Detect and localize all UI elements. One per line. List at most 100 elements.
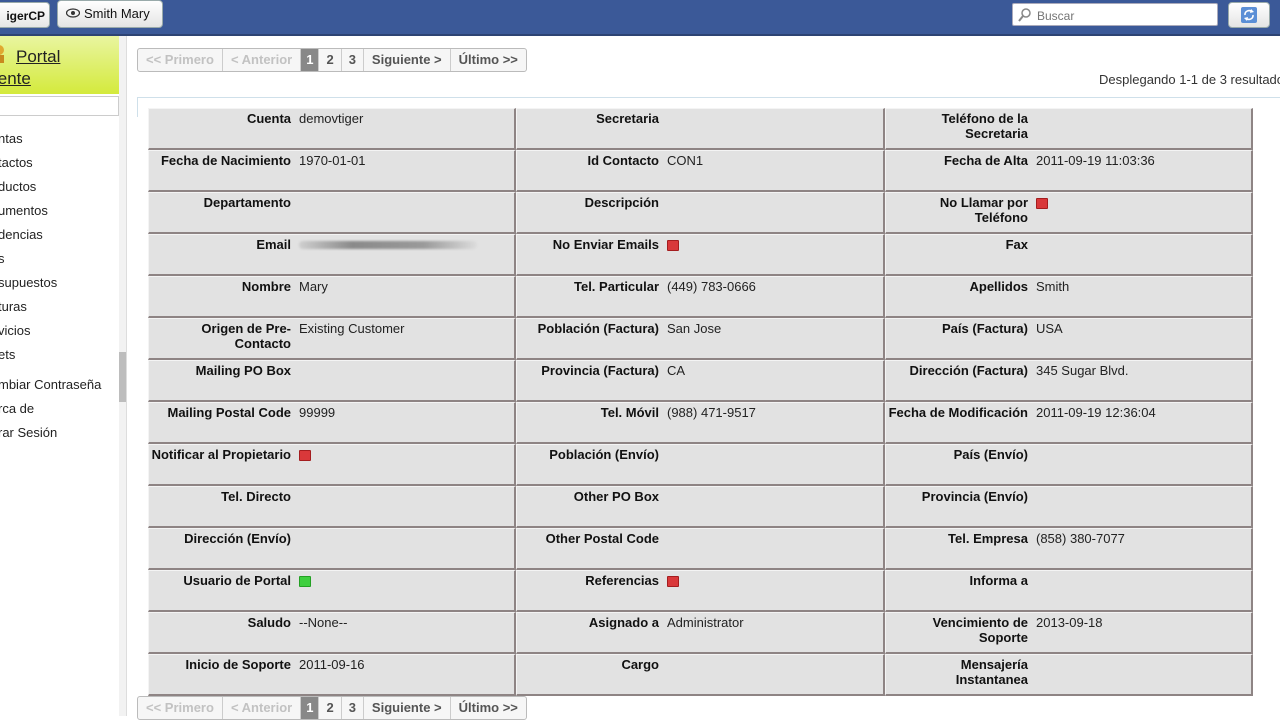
detail-field: País (Factura) USA — [885, 318, 1253, 360]
field-label: Referencias — [585, 573, 659, 588]
field-label: Inicio de Soporte — [185, 657, 291, 672]
sidebar-item[interactable]: ntas — [0, 130, 119, 148]
field-label: Cargo — [621, 657, 659, 672]
detail-field: Mailing Postal Code 99999 — [148, 402, 516, 444]
sidebar-item[interactable]: umentos — [0, 202, 119, 220]
field-label: Dirección (Factura) — [909, 363, 1028, 378]
refresh-button[interactable] — [1228, 2, 1270, 28]
field-label: Apellidos — [969, 279, 1028, 294]
sidebar-item[interactable]: dencias — [0, 226, 119, 244]
sidebar-item[interactable]: vicios — [0, 322, 119, 340]
field-label: Asignado a — [588, 615, 659, 630]
detail-field: Descripción — [516, 192, 885, 234]
prev-page-button[interactable]: < Anterior — [223, 49, 302, 71]
field-label: Descripción — [584, 195, 659, 210]
detail-field: Mensajería Instantanea — [885, 654, 1253, 696]
detail-field: Origen de Pre-Contacto Existing Customer — [148, 318, 516, 360]
portal-title-line2: iente — [0, 69, 31, 88]
detail-field: País (Envío) — [885, 444, 1253, 486]
field-value: Mary — [299, 279, 328, 294]
detail-field: Cargo — [516, 654, 885, 696]
field-value: 345 Sugar Blvd. — [1036, 363, 1129, 378]
detail-field: Other Postal Code — [516, 528, 885, 570]
field-value: CA — [667, 363, 686, 378]
field-flag — [667, 237, 679, 254]
checkbox-no-icon — [667, 240, 679, 251]
portal-title-link[interactable]: Portal iente — [0, 46, 122, 90]
detail-field: Fax — [885, 234, 1253, 276]
field-label: Usuario de Portal — [183, 573, 291, 588]
field-value: 2011-09-16 — [299, 657, 365, 672]
field-label: No Enviar Emails — [552, 237, 659, 252]
detail-field: Fecha de Nacimiento 1970-01-01 — [148, 150, 516, 192]
field-label: Tel. Directo — [221, 489, 291, 504]
refresh-icon — [1241, 7, 1257, 23]
page-2-button[interactable]: 2 — [319, 49, 342, 71]
detail-field: Email — [148, 234, 516, 276]
detail-field: Apellidos Smith — [885, 276, 1253, 318]
field-label: Id Contacto — [587, 153, 660, 168]
sidebar-item-logout[interactable]: rar Sesión — [0, 424, 119, 442]
field-value: 2011-09-19 11:03:36 — [1036, 153, 1155, 168]
page-3-button[interactable]: 3 — [342, 49, 364, 71]
first-page-button[interactable]: << Primero — [138, 49, 223, 71]
redacted-email — [299, 241, 477, 249]
detail-field: Tel. Empresa (858) 380-7077 — [885, 528, 1253, 570]
field-label: Nombre — [241, 279, 291, 294]
sidebar-item[interactable]: turas — [0, 298, 119, 316]
result-count: Desplegando 1-1 de 3 resultado — [1099, 72, 1280, 87]
pagination-top: << Primero < Anterior 1 2 3 Siguiente > … — [137, 48, 527, 72]
field-value: San Jose — [667, 321, 722, 336]
sidebar-scrollbar[interactable] — [119, 36, 127, 716]
sidebar-item-change-password[interactable]: mbiar Contraseña — [0, 376, 119, 394]
field-label: Other PO Box — [573, 489, 659, 504]
detail-field: No Llamar por Teléfono — [885, 192, 1253, 234]
field-value: Smith — [1036, 279, 1070, 294]
detail-field: Tel. Directo — [148, 486, 516, 528]
eye-icon — [65, 1, 82, 27]
top-bar: igerCP Smith Mary — [0, 0, 1280, 36]
portal-title-line1: Portal — [16, 47, 61, 66]
scrollbar-thumb[interactable] — [119, 352, 126, 402]
field-label: Fax — [1005, 237, 1028, 252]
field-label: Departamento — [203, 195, 291, 210]
last-page-button[interactable]: Último >> — [451, 49, 526, 71]
field-value: demovtiger — [299, 111, 364, 126]
field-value: (988) 471-9517 — [667, 405, 756, 420]
search-box[interactable] — [1012, 3, 1218, 26]
next-page-button[interactable]: Siguiente > — [364, 49, 451, 71]
field-label: Informa a — [969, 573, 1028, 588]
field-label: Mensajería Instantanea — [955, 657, 1028, 687]
field-value: Existing Customer — [299, 321, 405, 336]
detail-field: Cuenta demovtiger — [148, 108, 516, 150]
checkbox-no-icon — [299, 450, 311, 461]
sidebar-item[interactable]: ductos — [0, 178, 119, 196]
field-value: --None-- — [299, 615, 348, 630]
detail-field: Población (Factura) San Jose — [516, 318, 885, 360]
field-value: Administrator — [667, 615, 744, 630]
field-label: Notificar al Propietario — [151, 447, 291, 462]
app-logo-button[interactable]: igerCP — [0, 2, 50, 28]
sidebar: Portal iente ntas tactos ductos umentos … — [0, 36, 120, 716]
field-label: Población (Factura) — [537, 321, 659, 336]
portal-header: Portal iente — [0, 36, 119, 94]
field-value: USA — [1036, 321, 1063, 336]
field-label: Other Postal Code — [545, 531, 659, 546]
sidebar-item[interactable]: tactos — [0, 154, 119, 172]
field-label: Origen de Pre-Contacto — [201, 321, 291, 351]
field-label: Tel. Particular — [573, 279, 659, 294]
page-1-button[interactable]: 1 — [301, 49, 320, 71]
detail-field: Nombre Mary — [148, 276, 516, 318]
sidebar-item-about[interactable]: rca de — [0, 400, 119, 418]
sidebar-search-field[interactable] — [0, 96, 119, 116]
detail-field: Dirección (Factura) 345 Sugar Blvd. — [885, 360, 1253, 402]
search-input[interactable] — [1035, 6, 1217, 25]
sidebar-item[interactable]: supuestos — [0, 274, 119, 292]
field-flag — [299, 447, 311, 464]
sidebar-item[interactable]: ets — [0, 346, 119, 364]
checkbox-no-icon — [1036, 198, 1048, 209]
field-value-redacted — [299, 237, 477, 252]
sidebar-item[interactable]: s — [0, 250, 119, 268]
detail-field: Dirección (Envío) — [148, 528, 516, 570]
user-menu-button[interactable]: Smith Mary — [57, 0, 163, 28]
